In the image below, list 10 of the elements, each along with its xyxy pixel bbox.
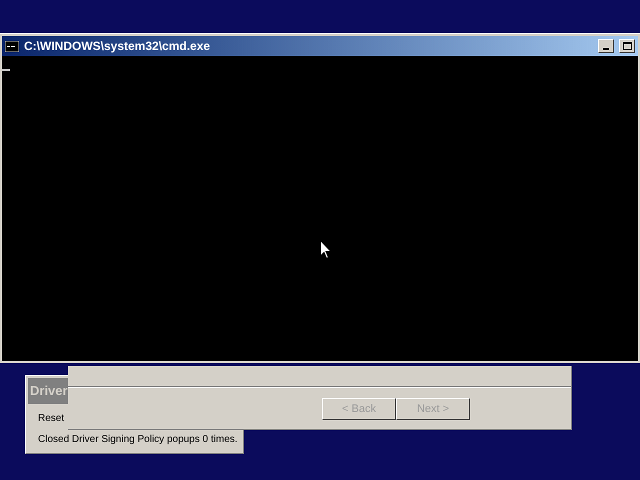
window-title: C:\WINDOWS\system32\cmd.exe	[24, 38, 210, 55]
minimize-button[interactable]	[598, 39, 614, 53]
mouse-pointer-icon	[320, 240, 332, 260]
status-text: Reset	[38, 413, 66, 425]
dialog-title: Driver	[30, 382, 68, 400]
status-text: Closed Driver Signing Policy popups 0 times.	[38, 434, 239, 446]
minimize-icon	[603, 48, 609, 50]
maximize-icon	[622, 42, 632, 50]
maximize-button[interactable]	[619, 39, 635, 53]
console-icon	[5, 40, 19, 52]
